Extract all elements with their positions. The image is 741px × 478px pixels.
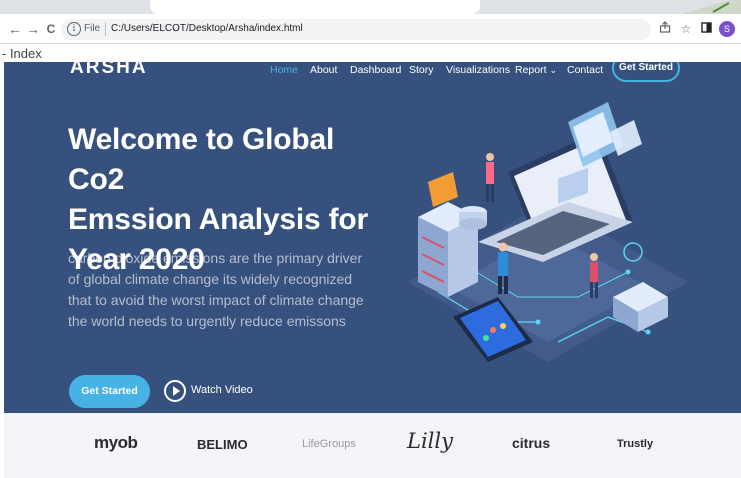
hero-illustration [408, 102, 688, 362]
url-scheme: File [84, 23, 101, 34]
site-logo[interactable]: ARSHA [70, 62, 148, 79]
omnibox-divider [105, 22, 106, 36]
browser-toolbar: ← → C i File C:/Users/ELCOT/Desktop/Arsh… [0, 14, 741, 44]
client-logo-lilly: Lilly [407, 429, 453, 453]
nav-story[interactable]: Story [409, 64, 434, 76]
nav-dashboard[interactable]: Dashboard [350, 64, 401, 76]
clients-section: myob BELIMO LifeGroups Lilly citrus Trus… [4, 413, 741, 478]
client-logo-belimo: BELIMO [197, 437, 248, 452]
info-icon[interactable]: i [67, 22, 81, 36]
arrow-right-icon[interactable]: → [24, 19, 42, 39]
tabstrip-corner [651, 0, 741, 14]
hero-section: ARSHA Home About Dashboard Story Visuali… [4, 62, 741, 413]
share-icon[interactable] [656, 19, 674, 39]
client-logo-trustly: Trustly [617, 438, 654, 450]
nav-visualizations[interactable]: Visualizations [446, 64, 510, 76]
nav-contact[interactable]: Contact [567, 64, 603, 76]
client-logo-citrus: citrus [512, 435, 551, 451]
nav-about[interactable]: About [310, 64, 337, 76]
page-title: - Index [0, 46, 42, 61]
star-icon[interactable]: ☆ [677, 19, 695, 39]
client-logo-lifegroups: LifeGroups [302, 438, 356, 450]
play-icon [164, 380, 186, 402]
watch-video-label: Watch Video [191, 384, 253, 396]
active-tab[interactable] [150, 0, 480, 14]
headline-line-2: Emssion Analysis for [68, 203, 368, 236]
nav-get-started-button[interactable]: Get Started [612, 62, 680, 82]
nav-report[interactable]: Report ⌄ [515, 64, 557, 76]
nav-report-label: Report [515, 64, 547, 76]
address-bar[interactable]: i File C:/Users/ELCOT/Desktop/Arsha/inde… [61, 19, 651, 40]
hero-subtext: carbon dioxide emissions are the primary… [68, 250, 364, 329]
headline-line-1: Welcome to Global Co2 [68, 123, 335, 196]
get-started-button[interactable]: Get Started [69, 375, 150, 408]
chevron-down-icon: ⌄ [549, 65, 557, 75]
browser-tab-strip [0, 0, 741, 14]
url-text[interactable]: C:/Users/ELCOT/Desktop/Arsha/index.html [111, 23, 303, 34]
arrow-left-icon[interactable]: ← [6, 19, 24, 39]
sidebar-icon[interactable] [697, 19, 715, 39]
client-logo-myob: myob [94, 433, 138, 452]
profile-avatar[interactable]: S [719, 21, 735, 37]
reload-icon[interactable]: C [42, 19, 60, 39]
nav-home[interactable]: Home [270, 64, 298, 76]
